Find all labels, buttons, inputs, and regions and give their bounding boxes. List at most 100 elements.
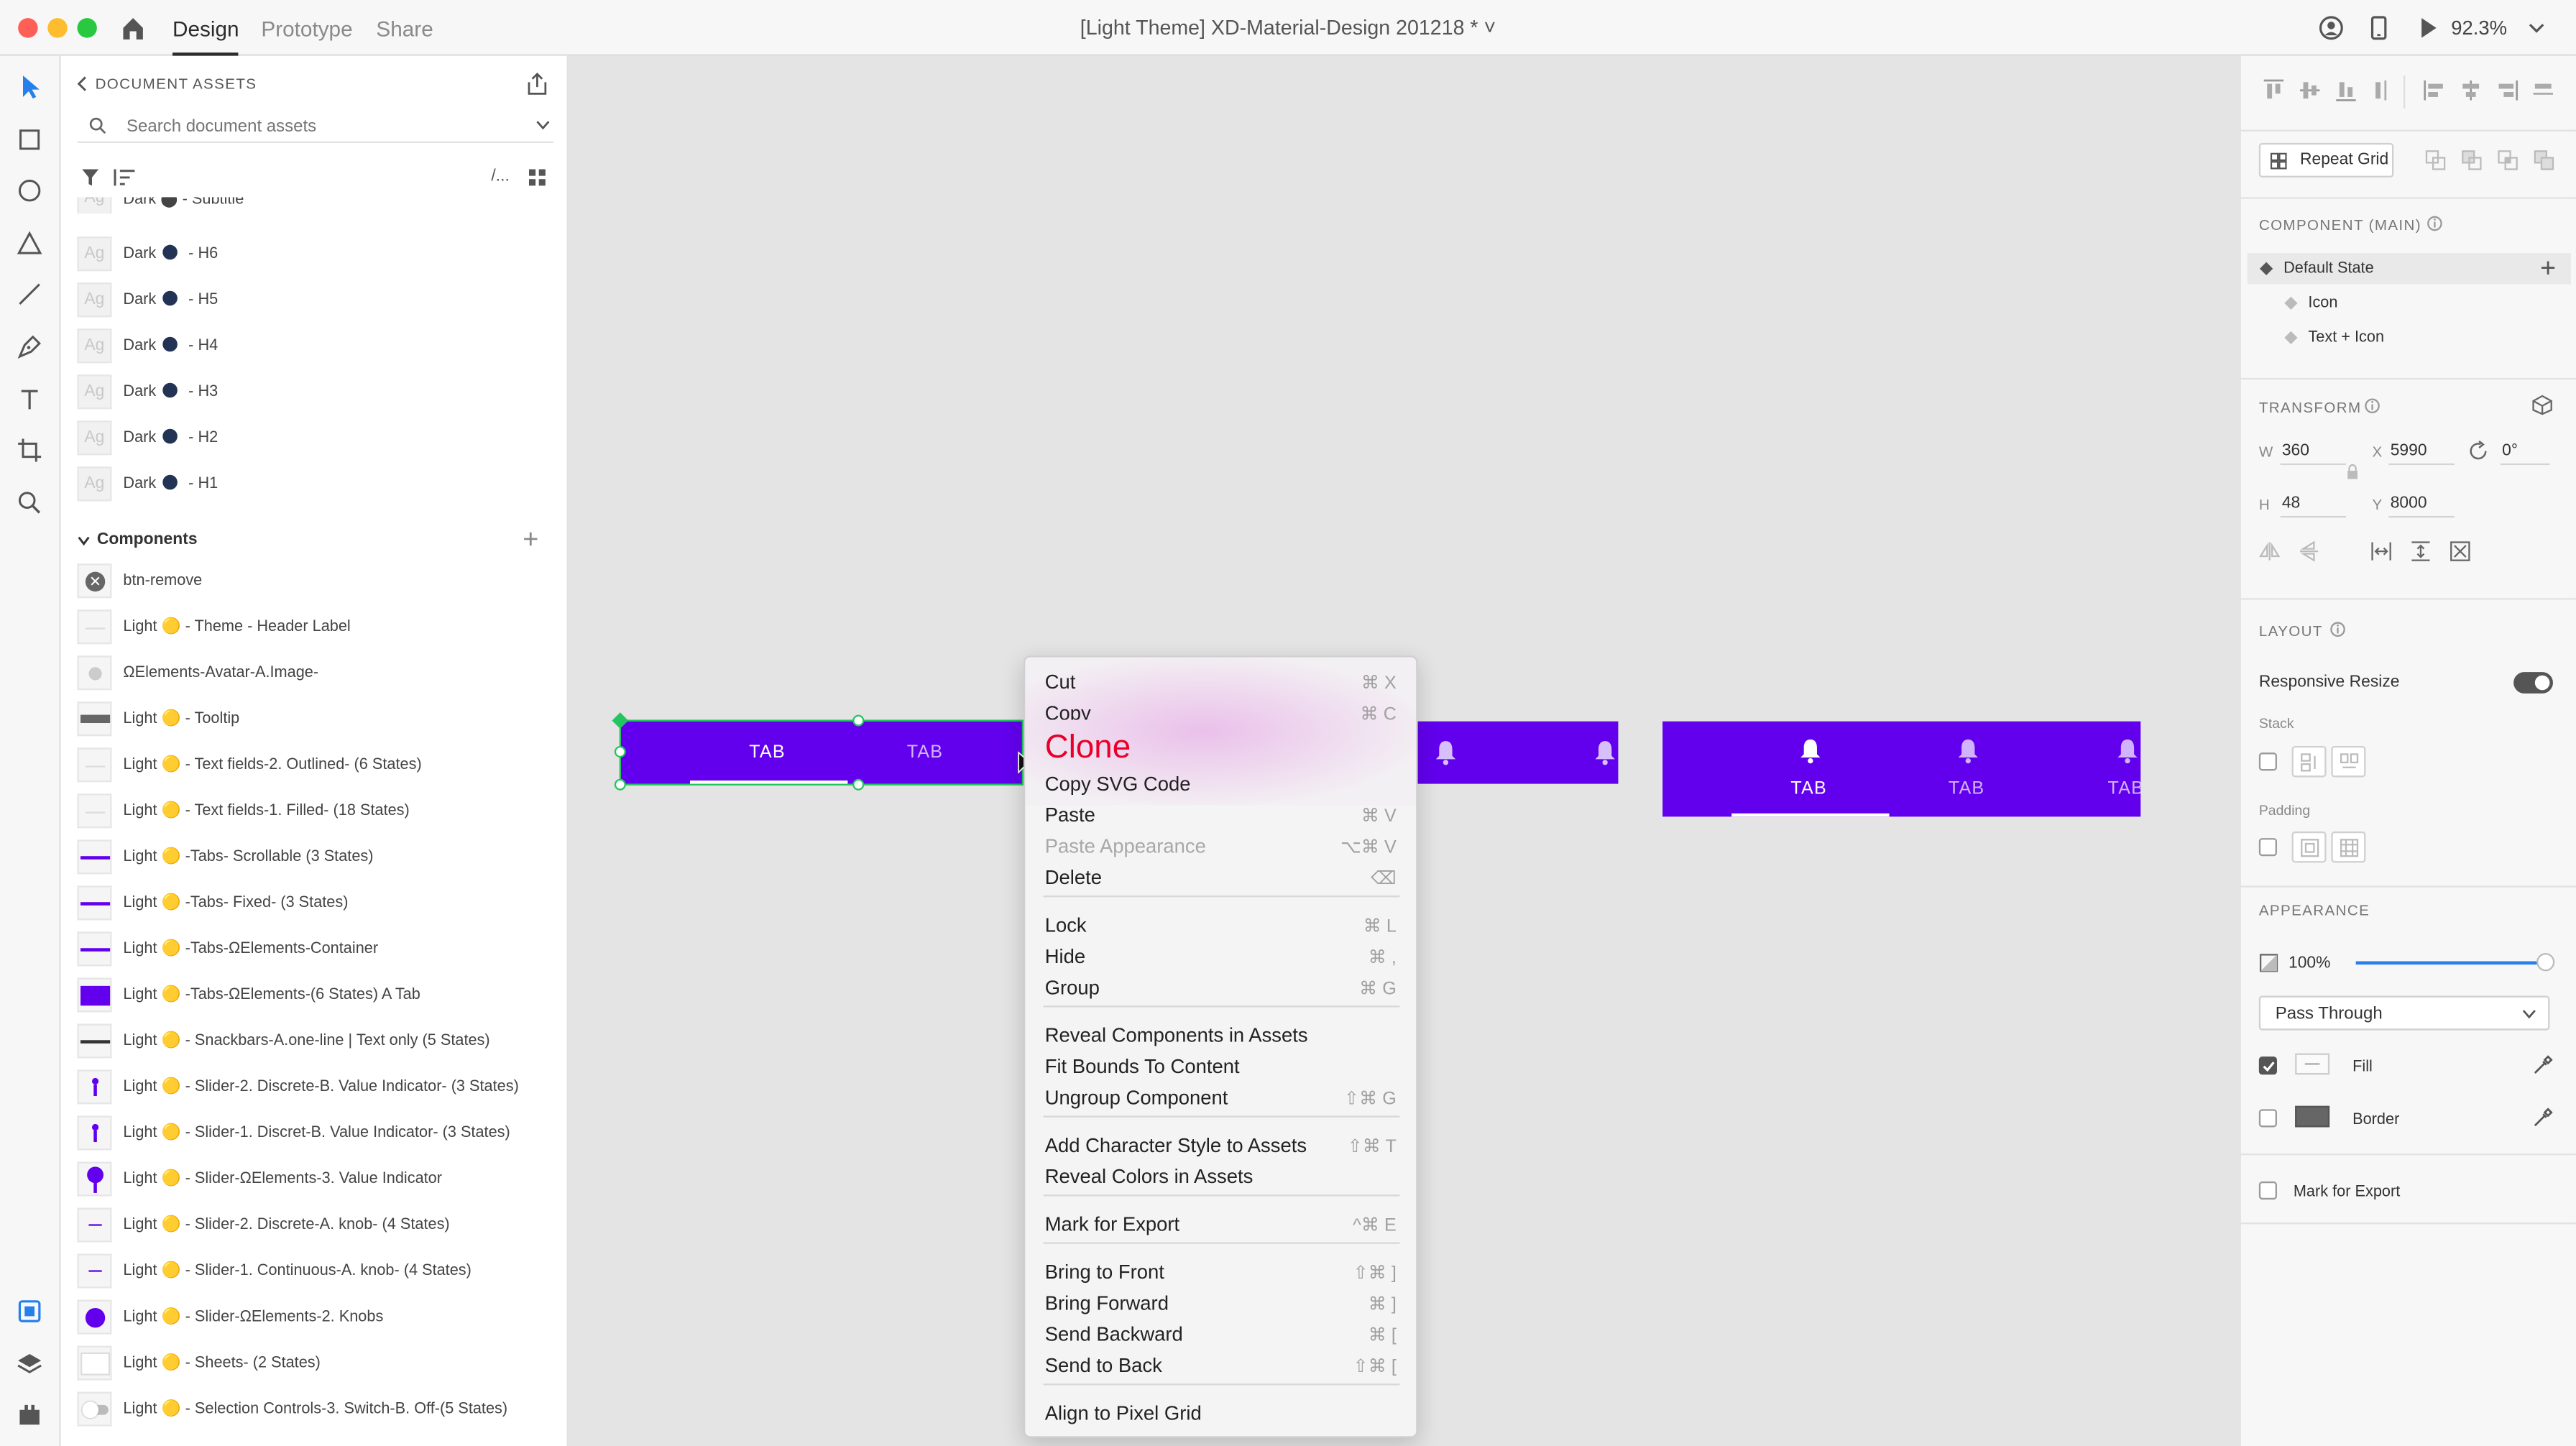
menu-item[interactable]: Send Backward ⌘ [ — [1025, 1320, 1416, 1350]
menu-item[interactable]: Copy SVG Code — [1025, 769, 1416, 800]
select-tool-icon[interactable] — [15, 73, 45, 102]
component-row[interactable]: Light 🟡 - Slider-2. Discrete-B. Value In… — [77, 1069, 553, 1105]
width-field[interactable]: 360 — [2280, 438, 2346, 466]
tab-bar-text[interactable]: TAB TAB — [620, 721, 1032, 784]
boolean-exclude-icon[interactable] — [2534, 149, 2555, 171]
rectangle-tool-icon[interactable] — [15, 125, 45, 155]
text-tool-icon[interactable] — [15, 384, 45, 414]
share-icon[interactable] — [525, 72, 548, 96]
close-window-button[interactable] — [18, 18, 38, 38]
component-row[interactable]: Light 🟡 -Tabs-ΩElements-(6 States) A Tab — [77, 977, 553, 1013]
boolean-intersect-icon[interactable] — [2497, 149, 2518, 171]
padding-individual-button[interactable] — [2331, 831, 2366, 863]
component-row[interactable]: Light 🟡 - Slider-ΩElements-3. Value Indi… — [77, 1161, 553, 1197]
menu-item[interactable]: Ungroup Component ⇧⌘ G — [1025, 1083, 1416, 1114]
distribute-vertical-icon[interactable] — [2370, 79, 2393, 102]
filter-icon[interactable] — [80, 167, 100, 187]
zoom-level[interactable]: 92.3% — [2451, 17, 2507, 40]
fill-checkbox[interactable] — [2258, 1056, 2277, 1075]
menu-item[interactable]: Reveal Colors in Assets — [1025, 1161, 1416, 1192]
x-field[interactable]: 5990 — [2388, 438, 2455, 466]
component-row[interactable]: ΩElements-Avatar-A.Image- — [77, 655, 553, 691]
align-top-icon[interactable] — [2262, 79, 2285, 102]
component-row[interactable]: Light 🟡 - Slider-1. Discret-B. Value Ind… — [77, 1115, 553, 1151]
distribute-horizontal-icon[interactable] — [2531, 79, 2554, 102]
grid-view-icon[interactable] — [528, 167, 547, 187]
stack-horizontal-button[interactable] — [2331, 746, 2366, 778]
component-row[interactable]: Light 🟡 - Snackbars-A.one-line | Text on… — [77, 1023, 553, 1059]
component-row[interactable]: Light 🟡 -Tabs- Scrollable (3 States) — [77, 839, 553, 875]
menu-item[interactable]: Delete ⌫ — [1025, 862, 1416, 893]
opacity-slider-track[interactable] — [2355, 953, 2555, 972]
state-row-default[interactable]: Default State — [2247, 253, 2572, 285]
fix-width-icon[interactable] — [2370, 540, 2392, 562]
character-style-row[interactable]: Ag Dark - H6 — [77, 236, 553, 272]
menu-item[interactable]: Align to Pixel Grid — [1025, 1399, 1416, 1429]
menu-item[interactable]: Add Character Style to Assets ⇧⌘ T — [1025, 1130, 1416, 1161]
character-style-row[interactable]: Ag Dark ⬤ - Subtitle — [77, 197, 553, 214]
assets-panel-icon[interactable] — [15, 1297, 45, 1326]
y-field[interactable]: 8000 — [2388, 492, 2455, 518]
home-icon[interactable] — [120, 15, 147, 42]
component-row[interactable]: Light 🟡 - Tooltip — [77, 701, 553, 737]
character-style-row[interactable]: Ag Dark - H5 — [77, 282, 553, 318]
menu-item[interactable]: Copy ⌘ C — [1025, 699, 1416, 719]
component-row[interactable]: Light 🟡 -Tabs- Fixed- (3 States) — [77, 885, 553, 921]
device-preview-icon[interactable] — [2365, 15, 2392, 42]
zoom-window-button[interactable] — [77, 18, 97, 38]
component-row[interactable]: Light 🟡 -Tabs-ΩElements-Container — [77, 931, 553, 967]
align-left-icon[interactable] — [2423, 79, 2446, 102]
components-header[interactable]: Components — [97, 531, 198, 549]
line-tool-icon[interactable] — [15, 280, 45, 309]
lock-aspect-icon[interactable] — [2346, 464, 2359, 480]
component-row[interactable]: Light 🟡 - Text fields-1. Filled- (18 Sta… — [77, 793, 553, 829]
menu-item[interactable]: Bring Forward ⌘ ] — [1025, 1289, 1416, 1320]
component-row[interactable]: Light 🟡 - Slider-ΩElements-2. Knobs — [77, 1299, 553, 1336]
component-row[interactable]: Light 🟡 - Text fields-2. Outlined- (6 St… — [77, 747, 553, 783]
border-swatch[interactable] — [2295, 1105, 2330, 1128]
component-row[interactable]: Light 🟡 - Slider-1. Continuous-A. knob- … — [77, 1253, 553, 1290]
tab-share[interactable]: Share — [376, 17, 433, 41]
info-icon[interactable] — [2364, 397, 2380, 414]
rotation-field[interactable]: 0° — [2500, 438, 2550, 466]
menu-item[interactable]: Hide ⌘ , — [1025, 941, 1416, 972]
component-row[interactable]: Light 🟡 - Selection Controls-3. Switch-B… — [77, 1391, 553, 1428]
chevron-down-icon[interactable] — [2526, 15, 2546, 42]
component-row[interactable]: ✕ btn-remove — [77, 563, 553, 599]
search-input[interactable] — [126, 111, 505, 142]
3d-transform-icon[interactable] — [2531, 395, 2553, 416]
back-chevron-icon[interactable] — [75, 75, 88, 92]
tab-bar-icons[interactable] — [1414, 721, 1619, 784]
align-bottom-icon[interactable] — [2334, 79, 2358, 102]
state-row-icon[interactable]: Icon — [2248, 287, 2571, 318]
boolean-subtract-icon[interactable] — [2461, 149, 2483, 171]
stack-checkbox[interactable] — [2258, 752, 2277, 771]
info-icon[interactable] — [2426, 216, 2443, 232]
stack-vertical-button[interactable] — [2291, 746, 2327, 778]
minimize-window-button[interactable] — [47, 18, 68, 38]
flip-horizontal-icon[interactable] — [2259, 540, 2281, 562]
ellipse-tool-icon[interactable] — [15, 176, 45, 206]
fix-height-icon[interactable] — [2410, 540, 2432, 562]
opacity-slider-knob[interactable] — [2536, 953, 2555, 972]
menu-item[interactable]: Fit Bounds To Content — [1025, 1051, 1416, 1082]
blend-mode-select[interactable]: Pass Through — [2258, 995, 2550, 1031]
component-row[interactable]: Light 🟡 - Slider-2. Discrete-A. knob- (4… — [77, 1207, 553, 1244]
eyedropper-icon[interactable] — [2531, 1107, 2553, 1129]
character-style-row[interactable]: Ag Dark - H1 — [77, 466, 553, 502]
height-field[interactable]: 48 — [2280, 492, 2346, 518]
sort-icon[interactable] — [114, 167, 137, 187]
menu-item[interactable]: Reveal Components in Assets — [1025, 1021, 1416, 1051]
component-row[interactable]: Light 🟡 - Theme - Header Label — [77, 609, 553, 645]
selection-handle[interactable] — [614, 746, 626, 758]
selection-handle[interactable] — [852, 714, 865, 727]
padding-checkbox[interactable] — [2258, 838, 2277, 857]
tab-prototype[interactable]: Prototype — [261, 17, 352, 41]
fit-content-icon[interactable] — [2450, 540, 2471, 562]
account-icon[interactable] — [2318, 15, 2345, 42]
flip-vertical-icon[interactable] — [2299, 540, 2320, 562]
play-icon[interactable] — [2415, 15, 2442, 42]
tab-bar-icon-text[interactable]: TAB TAB TAB — [1662, 721, 2141, 817]
align-right-icon[interactable] — [2496, 79, 2518, 102]
zoom-tool-icon[interactable] — [15, 488, 45, 517]
